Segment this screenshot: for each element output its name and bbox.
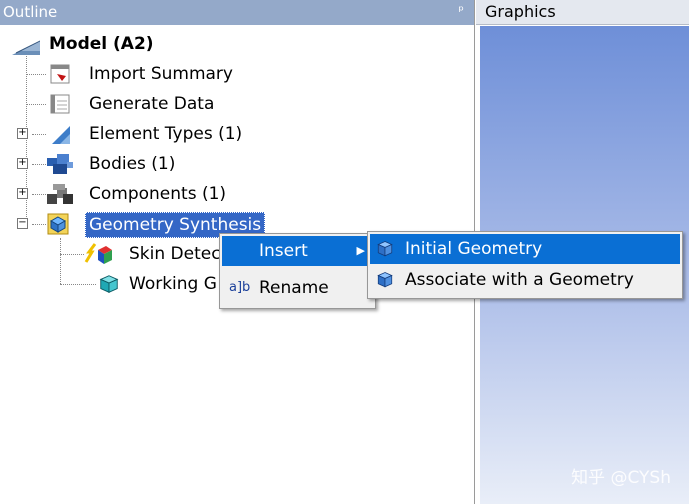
rename-icon: a]b bbox=[229, 280, 251, 295]
tree-item-skin-detection[interactable]: Skin Detec bbox=[84, 240, 224, 268]
working-geometry-icon bbox=[99, 275, 119, 293]
tree-item-element-types[interactable]: Element Types (1) bbox=[48, 120, 268, 148]
menu-item-associate-geometry[interactable]: Associate with a Geometry bbox=[370, 265, 680, 295]
menu-label-rename: Rename bbox=[259, 278, 329, 298]
menu-item-initial-geometry[interactable]: Initial Geometry bbox=[370, 234, 680, 264]
collapse-geometry-synthesis[interactable]: − bbox=[17, 218, 28, 229]
tree-line bbox=[32, 134, 46, 135]
insert-submenu: Initial Geometry Associate with a Geomet… bbox=[367, 231, 683, 299]
tree-item-working-geometry[interactable]: Working G bbox=[98, 270, 222, 298]
generate-data-icon bbox=[50, 94, 70, 114]
model-icon bbox=[12, 40, 40, 55]
tree-item-generate-data[interactable]: Generate Data bbox=[48, 90, 248, 118]
tree-item-import-summary[interactable]: Import Summary bbox=[48, 60, 248, 88]
tree-line bbox=[26, 56, 27, 227]
expand-components[interactable]: + bbox=[17, 188, 28, 199]
tree-label-element-types: Element Types (1) bbox=[89, 124, 243, 144]
geometry-synthesis-icon bbox=[47, 213, 69, 235]
tree-line bbox=[60, 238, 61, 284]
bodies-icon bbox=[47, 154, 73, 174]
tree-label-working-geometry: Working G bbox=[129, 274, 217, 294]
element-types-icon bbox=[52, 126, 70, 144]
menu-item-rename[interactable]: a]b Rename bbox=[222, 273, 373, 303]
tree-label-bodies: Bodies (1) bbox=[89, 154, 176, 174]
associate-geometry-icon bbox=[377, 272, 393, 288]
tree-line bbox=[60, 254, 84, 255]
graphics-header: Graphics bbox=[476, 0, 689, 25]
tree-item-components[interactable]: Components (1) bbox=[44, 180, 264, 208]
initial-geometry-icon bbox=[377, 241, 393, 257]
pin-icon[interactable]: ᵖ bbox=[458, 0, 464, 24]
expand-element-types[interactable]: + bbox=[17, 128, 28, 139]
graphics-title: Graphics bbox=[485, 2, 556, 21]
tree-item-bodies[interactable]: Bodies (1) bbox=[44, 150, 264, 178]
components-icon bbox=[47, 184, 73, 204]
watermark: 知乎 @CYSh bbox=[571, 468, 671, 488]
menu-item-insert[interactable]: Insert ▶ bbox=[222, 236, 373, 266]
expand-bodies[interactable]: + bbox=[17, 158, 28, 169]
menu-label-insert: Insert bbox=[259, 241, 308, 261]
menu-label-associate-geometry: Associate with a Geometry bbox=[405, 270, 634, 290]
context-menu: Insert ▶ a]b Rename bbox=[219, 233, 376, 309]
skin-detection-icon bbox=[84, 243, 112, 264]
submenu-arrow-icon: ▶ bbox=[356, 244, 365, 257]
tree-label-import-summary: Import Summary bbox=[89, 64, 233, 84]
tree-label-skin-detection: Skin Detec bbox=[129, 244, 221, 264]
menu-label-initial-geometry: Initial Geometry bbox=[405, 239, 543, 259]
tree-line bbox=[26, 74, 46, 75]
outline-title: Outline bbox=[3, 3, 58, 21]
tree-line bbox=[26, 104, 46, 105]
import-summary-icon bbox=[50, 64, 70, 84]
tree-label-components: Components (1) bbox=[89, 184, 227, 204]
tree-item-model[interactable]: Model (A2) bbox=[4, 30, 204, 58]
tree-label-model: Model (A2) bbox=[49, 34, 154, 54]
tree-line bbox=[60, 284, 96, 285]
tree-label-generate-data: Generate Data bbox=[89, 94, 215, 114]
outline-header: Outline ᵖ bbox=[0, 0, 474, 25]
